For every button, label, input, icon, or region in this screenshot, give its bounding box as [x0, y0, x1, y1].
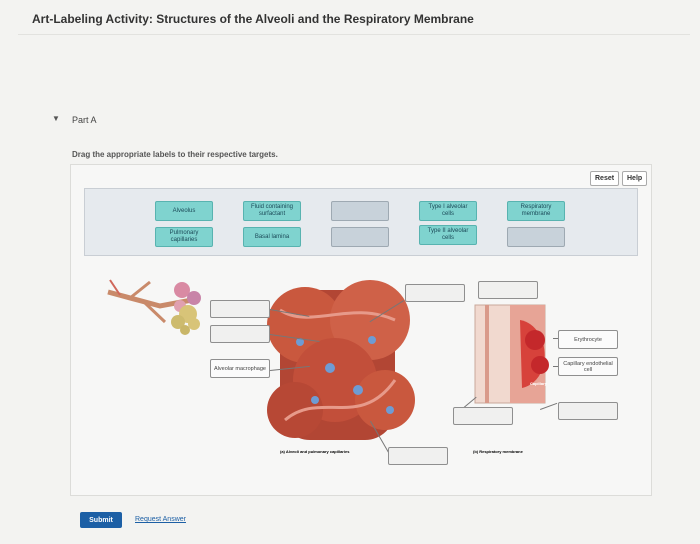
- drop-target[interactable]: [388, 447, 448, 465]
- drop-target[interactable]: [210, 300, 270, 318]
- placed-label-endothelial[interactable]: Capillary endothelial cell: [558, 357, 618, 376]
- label-basal-lamina[interactable]: Basal lamina: [243, 227, 301, 247]
- capillary-text: Capillary: [530, 381, 548, 386]
- label-alveolus[interactable]: Alveolus: [155, 201, 213, 221]
- instructions: Drag the appropriate labels to their res…: [72, 150, 278, 159]
- alveolar-sac-illustration: [267, 280, 415, 440]
- label-respiratory-membrane[interactable]: Respiratory membrane: [507, 201, 565, 221]
- part-label: Part A: [72, 115, 97, 125]
- title-divider: [18, 34, 690, 35]
- drop-target[interactable]: [405, 284, 465, 302]
- placed-label-erythrocyte[interactable]: Erythrocyte: [558, 330, 618, 349]
- drop-target[interactable]: [478, 281, 538, 299]
- alveoli-illustration: Capillary (a) Alveoli and pulmonary capi…: [107, 279, 549, 454]
- reset-button[interactable]: Reset: [590, 171, 620, 186]
- label-pulmonary-capillaries[interactable]: Pulmonary capillaries: [155, 227, 213, 247]
- caption-b: (b) Respiratory membrane: [473, 449, 524, 454]
- label-type-i-alveolar[interactable]: Type I alveolar cells: [419, 201, 477, 221]
- empty-label-slot: [331, 201, 389, 221]
- label-bank: Alveolus Fluid containing surfactant Typ…: [84, 188, 638, 256]
- label-type-ii-alveolar[interactable]: Type II alveolar cells: [419, 225, 477, 245]
- caption-a: (a) Alveoli and pulmonary capillaries: [280, 449, 350, 454]
- placed-label-macrophage[interactable]: Alveolar macrophage: [210, 359, 270, 378]
- page-title: Art-Labeling Activity: Structures of the…: [32, 12, 474, 26]
- empty-label-slot: [507, 227, 565, 247]
- label-fluid-surfactant[interactable]: Fluid containing surfactant: [243, 201, 301, 221]
- request-answer-link[interactable]: Request Answer: [135, 516, 186, 523]
- empty-label-slot: [331, 227, 389, 247]
- drop-target[interactable]: [453, 407, 513, 425]
- drop-target[interactable]: [210, 325, 270, 343]
- submit-button[interactable]: Submit: [80, 512, 122, 528]
- respiratory-membrane-illustration: Capillary: [474, 304, 549, 404]
- drop-target[interactable]: [558, 402, 618, 420]
- help-button[interactable]: Help: [622, 171, 648, 186]
- bronchiole-tree-illustration: [107, 279, 201, 335]
- collapse-chevron-icon[interactable]: ▼: [52, 114, 60, 123]
